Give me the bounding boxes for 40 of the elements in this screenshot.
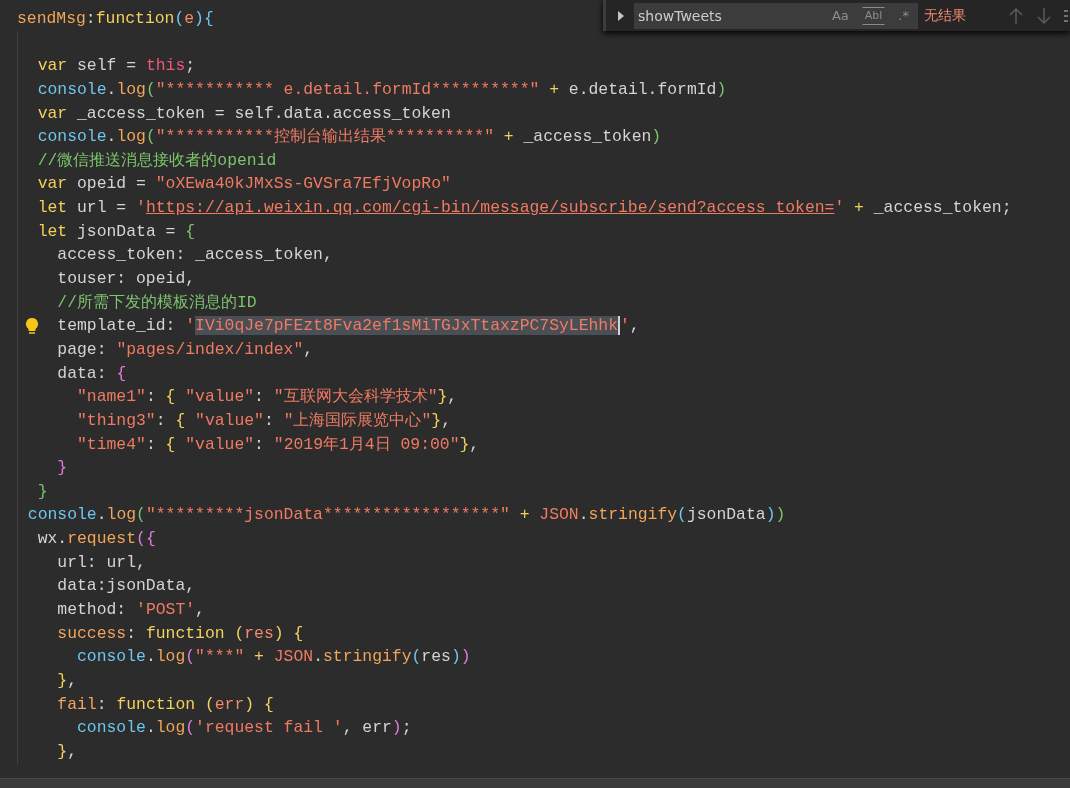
lightbulb-icon[interactable]	[25, 317, 39, 336]
code-line: page: "pages/index/index",	[56, 338, 314, 361]
code-line: data: {	[56, 362, 127, 385]
code-line: console.log("*********** e.detail.formId**********" + e.detail.formId)	[36, 78, 727, 101]
code-line: //所需下发的模板消息的ID	[56, 291, 257, 314]
code-line: }	[56, 457, 68, 480]
code-line: method: 'POST',	[56, 599, 205, 621]
code-line: "name1": { "value": "互联网大会科学技术"},	[76, 386, 458, 409]
code-line: "thing3": { "value": "上海国际展览中心"},	[76, 409, 451, 432]
code-line: console.log("*********jsonData******************" + JSON.stringify(jsonData))	[26, 504, 786, 527]
find-option-toggle[interactable]: .*	[895, 6, 912, 25]
code-line: }	[36, 480, 48, 503]
code-line: console.log("***********控制台输出结果**********" + _access_token)	[36, 126, 662, 149]
code-line: let jsonData = {	[36, 220, 196, 243]
code-line: var _access_token = self.data.access_token	[36, 102, 451, 125]
find-input-field[interactable]: showTweets Aa Abl .*	[634, 2, 918, 29]
code-line: access_token: _access_token,	[56, 244, 333, 267]
find-result-text: 无结果	[924, 6, 967, 25]
code-line: //微信推送消息接收者的openid	[36, 149, 277, 172]
code-line: touser: opeid,	[56, 268, 196, 291]
find-option-toggle[interactable]: Abl	[861, 6, 886, 25]
code-line: },	[56, 740, 78, 763]
code-line: success: function (res) {	[56, 622, 304, 645]
code-line: data:jsonData,	[56, 575, 196, 598]
code-line: sendMsg:function(e){	[17, 8, 214, 30]
next-match-icon[interactable]	[1036, 6, 1052, 25]
code-line: let url = 'https://api.weixin.qq.com/cgi-bin/message/subscribe/send?access_token=' + _access_token;	[36, 197, 1012, 220]
find-option-toggle[interactable]: Aa	[828, 6, 852, 25]
code-line: },	[56, 669, 78, 692]
code-line: url: url,	[56, 551, 146, 574]
code-line: wx.request({	[36, 528, 156, 551]
expand-toggle-icon[interactable]	[617, 10, 625, 21]
code-line: var opeid = "oXEwa40kJMxSs-GVSra7EfjVopRo"	[36, 173, 451, 196]
previous-match-icon[interactable]	[1008, 6, 1024, 25]
horizontal-scrollbar[interactable]	[0, 778, 1070, 788]
code-line: console.log('request fail ', err);	[76, 717, 412, 740]
code-line: fail: function (err) {	[56, 693, 274, 716]
code-line: "time4": { "value": "2019年1月4日 09:00"},	[76, 433, 480, 456]
code-line: var self = this;	[36, 55, 196, 78]
code-line: console.log("***" + JSON.stringify(res))	[76, 646, 471, 669]
